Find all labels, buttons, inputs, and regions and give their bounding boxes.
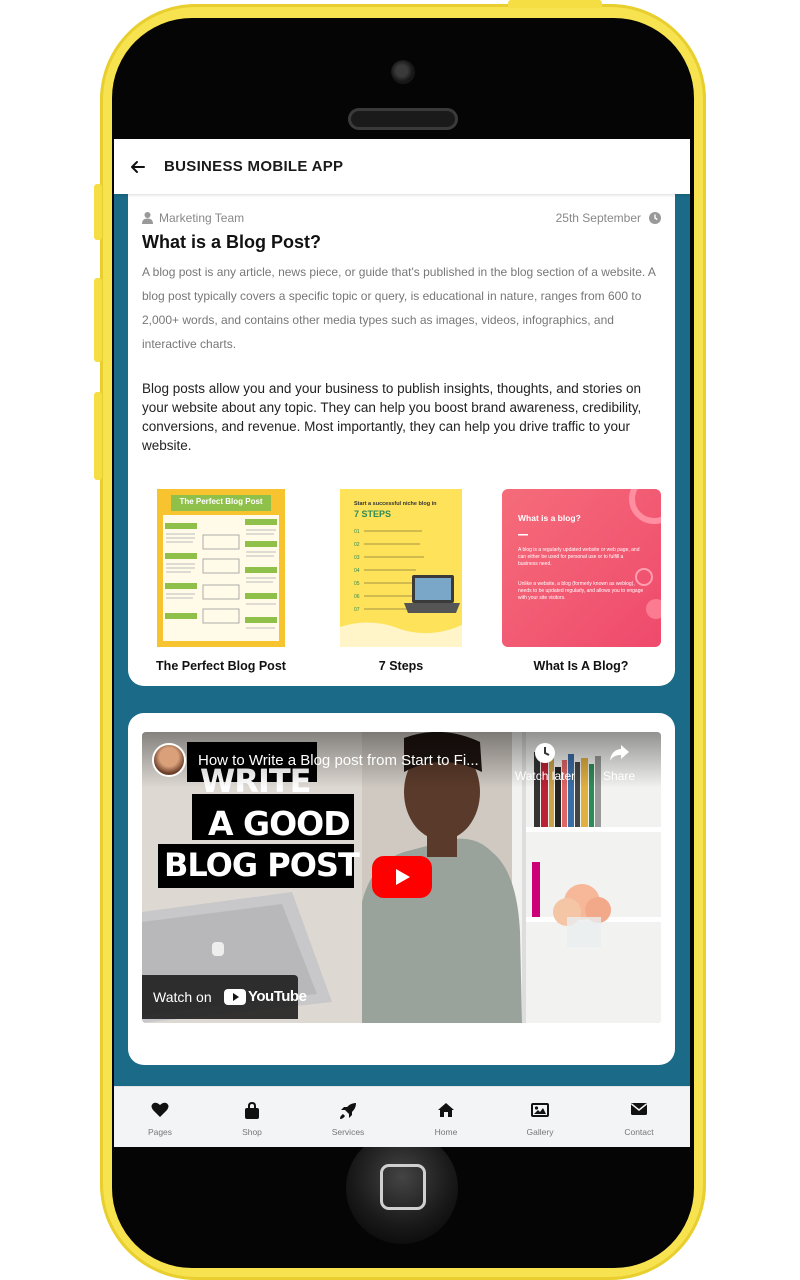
infographic-title: The Perfect Blog Post	[179, 497, 263, 506]
app-title: BUSINESS MOBILE APP	[164, 158, 344, 175]
gallery-image-7-steps[interactable]: Start a successful niche blog in 7 STEPS…	[340, 489, 462, 647]
shopping-bag-icon	[245, 1102, 259, 1119]
volume-down-button	[94, 392, 102, 480]
svg-text:03: 03	[354, 555, 360, 561]
youtube-video-embed[interactable]: WRITE A GOOD BLOG POST How to Write a Bl…	[142, 732, 661, 1023]
svg-text:05: 05	[354, 581, 360, 587]
video-title[interactable]: How to Write a Blog post from Start to F…	[198, 752, 479, 769]
nav-item-gallery[interactable]: Gallery	[500, 1087, 580, 1147]
nav-label-contact: Contact	[624, 1127, 654, 1137]
watch-on-youtube-button[interactable]: Watch on YouTube	[142, 975, 307, 1019]
nav-label-shop: Shop	[242, 1127, 262, 1137]
nav-label-pages: Pages	[147, 1127, 173, 1137]
app-header: BUSINESS MOBILE APP	[114, 139, 690, 194]
channel-avatar[interactable]	[152, 743, 186, 777]
infographic-image	[157, 489, 285, 647]
heart-icon	[151, 1102, 169, 1117]
share-button[interactable]: Share	[596, 742, 642, 783]
pink-card-text-2: Unlike a website, a blog (formerly known…	[518, 581, 644, 601]
svg-text:01: 01	[354, 529, 360, 535]
clock-icon	[649, 212, 661, 224]
pink-card-title: What is a blog?	[518, 513, 581, 523]
play-button[interactable]	[372, 856, 432, 898]
envelope-icon	[631, 1103, 647, 1115]
watch-on-label: Watch on	[153, 989, 212, 1005]
steps-illustration: 01 02 03 04 05 06 07	[340, 529, 462, 647]
watch-later-label: Watch later	[514, 769, 576, 783]
gallery-image-perfect-blog-post[interactable]: The Perfect Blog Post	[157, 489, 285, 647]
share-label: Share	[602, 769, 636, 783]
home-button[interactable]	[346, 1132, 458, 1244]
post-date: 25th September	[556, 211, 661, 225]
back-arrow-icon[interactable]	[128, 157, 148, 177]
power-button	[508, 0, 602, 8]
author-name: Marketing Team	[159, 211, 245, 225]
gallery-caption-2[interactable]: 7 Steps	[316, 659, 486, 673]
user-icon	[142, 212, 153, 224]
video-card: WRITE A GOOD BLOG POST How to Write a Bl…	[128, 713, 675, 1065]
nav-item-services[interactable]: Services	[308, 1087, 388, 1147]
front-camera	[391, 60, 415, 84]
overlay-text-a-good: A GOOD	[208, 804, 351, 843]
nav-item-home[interactable]: Home	[406, 1087, 486, 1147]
youtube-wordmark: YouTube	[248, 988, 307, 1005]
pink-card-text-1: A blog is a regularly updated website or…	[518, 547, 640, 567]
app-screen: BUSINESS MOBILE APP Marketing Team 25th …	[114, 139, 690, 1147]
gallery-caption-3[interactable]: What Is A Blog?	[496, 659, 666, 673]
overlay-text-blog-post: BLOG POST	[164, 846, 360, 884]
mute-switch	[94, 184, 102, 240]
post-body-paragraph: Blog posts allow you and your business t…	[142, 381, 642, 453]
earpiece-speaker	[348, 108, 458, 130]
rocket-icon	[340, 1103, 356, 1119]
nav-item-contact[interactable]: Contact	[599, 1087, 679, 1147]
bottom-navigation: Pages Shop Services Home Gallery Contact	[114, 1086, 690, 1147]
svg-text:06: 06	[354, 594, 360, 600]
date-text: 25th September	[555, 211, 641, 225]
nav-label-home: Home	[434, 1127, 458, 1137]
clock-icon	[535, 743, 555, 763]
svg-text:04: 04	[354, 568, 360, 574]
gallery-caption-1[interactable]: The Perfect Blog Post	[136, 659, 306, 673]
blog-post-card: Marketing Team 25th September What is a …	[128, 189, 675, 686]
play-icon	[396, 869, 410, 885]
gallery-image-what-is-a-blog[interactable]: What is a blog? A blog is a regularly up…	[502, 489, 661, 647]
image-icon	[531, 1103, 549, 1117]
nav-item-shop[interactable]: Shop	[212, 1087, 292, 1147]
share-arrow-icon	[610, 745, 629, 761]
svg-text:02: 02	[354, 542, 360, 548]
nav-item-pages[interactable]: Pages	[120, 1087, 200, 1147]
nav-label-services: Services	[331, 1127, 365, 1137]
svg-text:07: 07	[354, 607, 360, 613]
nav-label-gallery: Gallery	[526, 1127, 554, 1137]
volume-up-button	[94, 278, 102, 362]
watch-later-button[interactable]: Watch later	[512, 742, 578, 783]
post-title: What is a Blog Post?	[142, 232, 322, 252]
home-icon	[438, 1103, 454, 1117]
post-author: Marketing Team	[142, 211, 244, 225]
youtube-logo-icon	[224, 989, 246, 1005]
post-intro-paragraph: A blog post is any article, news piece, …	[142, 265, 656, 351]
post-meta: Marketing Team 25th September	[142, 211, 661, 227]
